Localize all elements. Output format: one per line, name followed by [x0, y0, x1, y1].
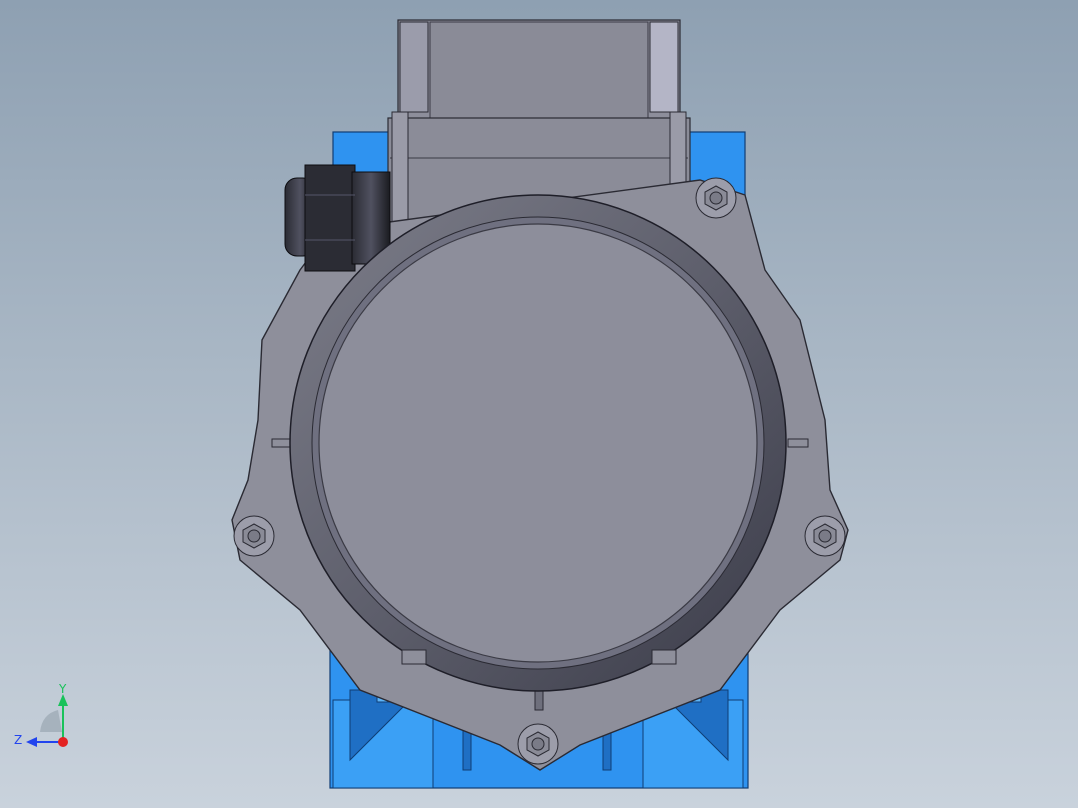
bolt-bottom[interactable]	[517, 723, 559, 765]
flange-tick-right	[787, 438, 809, 448]
terminal-box-rib-left	[399, 21, 429, 113]
flange-tick-left	[271, 438, 293, 448]
bolt-top-right[interactable]	[695, 177, 737, 219]
gland-body	[304, 164, 356, 272]
triad-arc	[40, 710, 62, 732]
cad-viewport[interactable]	[0, 0, 1078, 808]
end-cover[interactable]	[289, 194, 787, 692]
z-axis-arrow	[26, 737, 37, 747]
bolt-left[interactable]	[233, 515, 275, 557]
flange-lug-bottom-right	[651, 649, 677, 665]
bolt-right[interactable]	[804, 515, 846, 557]
orientation-triad[interactable]: Y Z	[10, 680, 80, 760]
terminal-box-rib-right	[649, 21, 679, 113]
flange-tick-bottom	[534, 689, 544, 711]
z-axis-label: Z	[14, 733, 22, 747]
x-axis-dot	[58, 737, 68, 747]
terminal-box-face	[429, 21, 649, 119]
y-axis-label: Y	[58, 682, 67, 696]
flange-lug-bottom-left	[401, 649, 427, 665]
cable-gland[interactable]	[284, 164, 391, 272]
end-cover-face	[318, 223, 758, 663]
